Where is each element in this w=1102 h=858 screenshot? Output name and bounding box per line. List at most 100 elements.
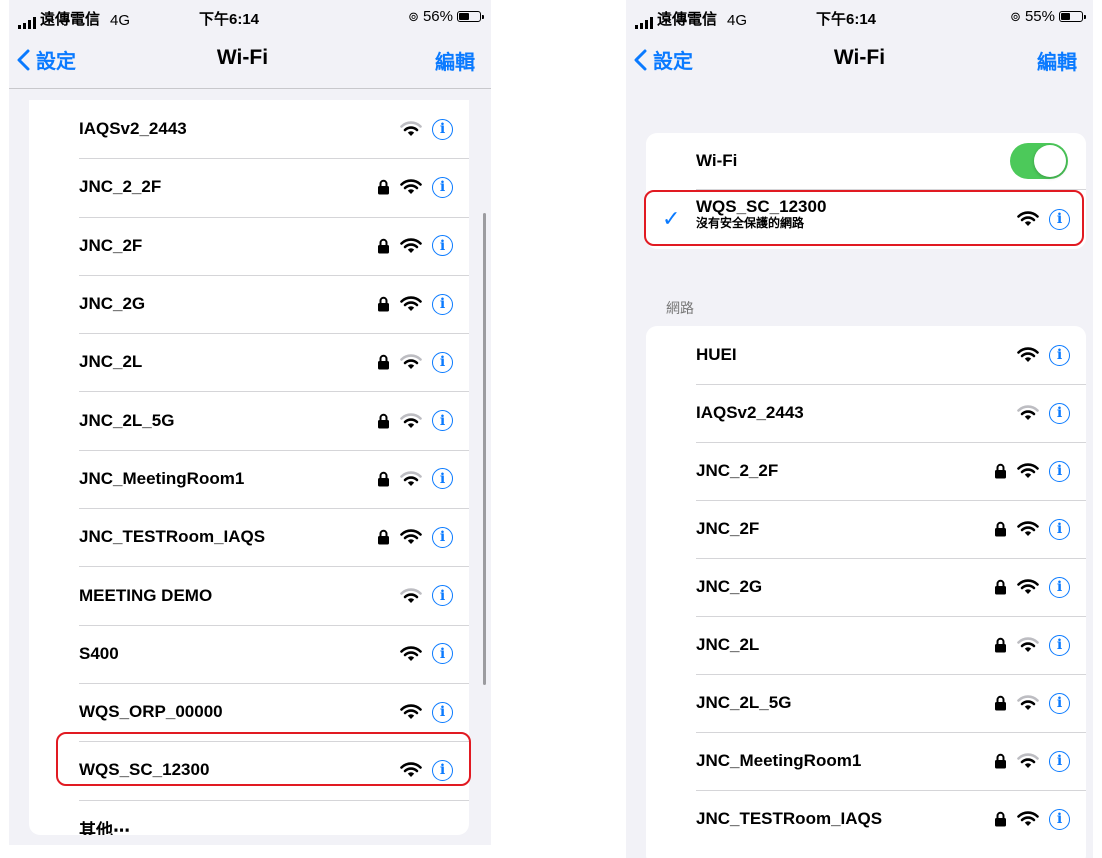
info-icon[interactable]: i — [432, 351, 453, 373]
info-icon[interactable]: i — [432, 643, 453, 665]
battery-icon — [1059, 11, 1086, 22]
network-name: JNC_2L — [696, 635, 760, 654]
edit-button[interactable]: 編輯 — [435, 46, 475, 75]
network-row[interactable]: JNC_2_2F i — [29, 158, 469, 216]
page-title: Wi-Fi — [833, 46, 886, 69]
network-name: IAQSv2_2443 — [79, 119, 187, 139]
highlight-box — [56, 732, 471, 786]
left-phone-screenshot: 遠傳電信 4G 下午6:14 ⊚ 56% 設定 Wi-Fi 編輯 IAQSv2_… — [9, 0, 491, 845]
wifi-toggle-row: Wi-Fi — [646, 133, 1086, 189]
other-network-label: 其他⋯ — [79, 821, 130, 835]
lock-icon — [994, 753, 1006, 769]
lock-slot — [370, 238, 396, 254]
info-icon[interactable]: i — [432, 468, 453, 490]
lock-slot — [987, 463, 1013, 479]
network-row[interactable]: JNC_2L i — [29, 333, 469, 391]
toggle-knob — [1034, 145, 1066, 177]
network-row[interactable]: JNC_2F i — [29, 216, 469, 275]
info-icon[interactable]: i — [432, 701, 453, 723]
network-row[interactable]: S400 i — [29, 624, 469, 683]
wifi-icon — [396, 471, 426, 487]
wifi-icon — [1013, 695, 1043, 711]
network-row[interactable]: IAQSv2_2443 i — [646, 384, 1086, 442]
info-icon[interactable]: i — [1049, 518, 1070, 540]
network-name: MEETING DEMO — [79, 585, 213, 605]
network-row-icons: i — [987, 500, 1070, 558]
network-name: JNC_MeetingRoom1 — [79, 468, 245, 488]
network-row[interactable]: JNC_2G i — [29, 274, 469, 333]
lock-icon — [994, 463, 1006, 479]
status-time: 下午6:14 — [816, 11, 877, 28]
network-row[interactable]: JNC_2_2F i — [646, 442, 1086, 500]
network-row[interactable]: IAQSv2_2443 i — [29, 100, 469, 158]
lock-icon — [994, 637, 1006, 653]
info-icon[interactable]: i — [432, 526, 453, 548]
info-icon[interactable]: i — [432, 410, 453, 432]
network-list: HUEI i IAQSv2_2443 i JNC_2_2F i JNC_2F i JNC_2G i… — [646, 326, 1086, 858]
network-row[interactable]: JNC_2L_5G i — [29, 391, 469, 449]
lock-slot — [987, 579, 1013, 595]
info-icon[interactable]: i — [1049, 344, 1070, 366]
info-icon[interactable]: i — [432, 118, 453, 140]
network-row[interactable]: JNC_2G i — [646, 558, 1086, 616]
network-row-icons: i — [987, 674, 1070, 732]
network-row-icons: i — [370, 566, 453, 624]
network-name: JNC_2F — [696, 519, 760, 538]
lock-slot — [987, 753, 1013, 769]
network-name: JNC_2F — [79, 235, 143, 255]
network-row[interactable]: JNC_2L_5G i — [646, 674, 1086, 732]
network-name: JNC_2G — [79, 294, 146, 314]
carrier-name: 遠傳電信 — [657, 11, 718, 28]
battery-percent: 56% — [422, 8, 453, 25]
scrollbar[interactable] — [483, 213, 486, 685]
wifi-toggle-label: Wi-Fi — [696, 151, 738, 170]
lock-icon — [377, 238, 389, 254]
wifi-icon — [396, 529, 426, 545]
network-name: JNC_2L_5G — [696, 693, 792, 712]
info-icon[interactable]: i — [1049, 634, 1070, 656]
wifi-icon — [1013, 463, 1043, 479]
network-row[interactable]: JNC_MeetingRoom1 i — [646, 732, 1086, 790]
navigation-bar: 設定 Wi-Fi 編輯 — [626, 34, 1093, 88]
wifi-icon — [1013, 811, 1043, 827]
info-icon[interactable]: i — [432, 235, 453, 257]
info-icon[interactable]: i — [1049, 402, 1070, 424]
network-row-icons: i — [370, 508, 453, 566]
wifi-icon — [396, 646, 426, 662]
network-row[interactable]: JNC_TESTRoom_IAQS i — [29, 508, 469, 566]
network-row[interactable]: JNC_TESTRoom_IAQS i — [646, 790, 1086, 848]
lock-icon — [994, 521, 1006, 537]
lock-icon — [994, 579, 1006, 595]
network-row[interactable]: JNC_MeetingRoom1 i — [29, 449, 469, 508]
info-icon[interactable]: i — [432, 176, 453, 198]
network-row-icons: i — [370, 625, 453, 683]
info-icon[interactable]: i — [1049, 808, 1070, 830]
lock-icon — [994, 695, 1006, 711]
info-icon[interactable]: i — [432, 293, 453, 315]
edit-button[interactable]: 編輯 — [1037, 46, 1077, 75]
network-name: WQS_ORP_00000 — [79, 702, 223, 722]
network-row-icons: i — [370, 158, 453, 216]
wifi-icon — [1013, 579, 1043, 595]
navigation-bar: 設定 Wi-Fi 編輯 — [9, 34, 491, 89]
info-icon[interactable]: i — [432, 585, 453, 607]
other-network-row[interactable]: 其他⋯ — [29, 799, 469, 835]
network-row[interactable]: JNC_2L i — [646, 616, 1086, 674]
wifi-icon — [396, 587, 426, 604]
info-icon[interactable]: i — [1049, 576, 1070, 598]
info-icon[interactable]: i — [1049, 692, 1070, 714]
network-row[interactable]: JNC_2F i — [646, 500, 1086, 558]
network-row-icons: i — [370, 275, 453, 333]
wifi-icon — [396, 354, 426, 370]
network-row-icons: i — [987, 616, 1070, 674]
info-icon[interactable]: i — [1049, 750, 1070, 772]
lock-slot — [370, 471, 396, 487]
info-icon[interactable]: i — [1049, 460, 1070, 482]
battery-percent: 55% — [1024, 8, 1055, 25]
lock-slot — [987, 695, 1013, 711]
location-icon: ⊚ — [1010, 8, 1021, 24]
network-row[interactable]: HUEI i — [646, 326, 1086, 384]
wifi-toggle[interactable] — [1010, 143, 1068, 179]
network-row-icons: i — [987, 384, 1070, 442]
network-row[interactable]: MEETING DEMO i — [29, 566, 469, 624]
